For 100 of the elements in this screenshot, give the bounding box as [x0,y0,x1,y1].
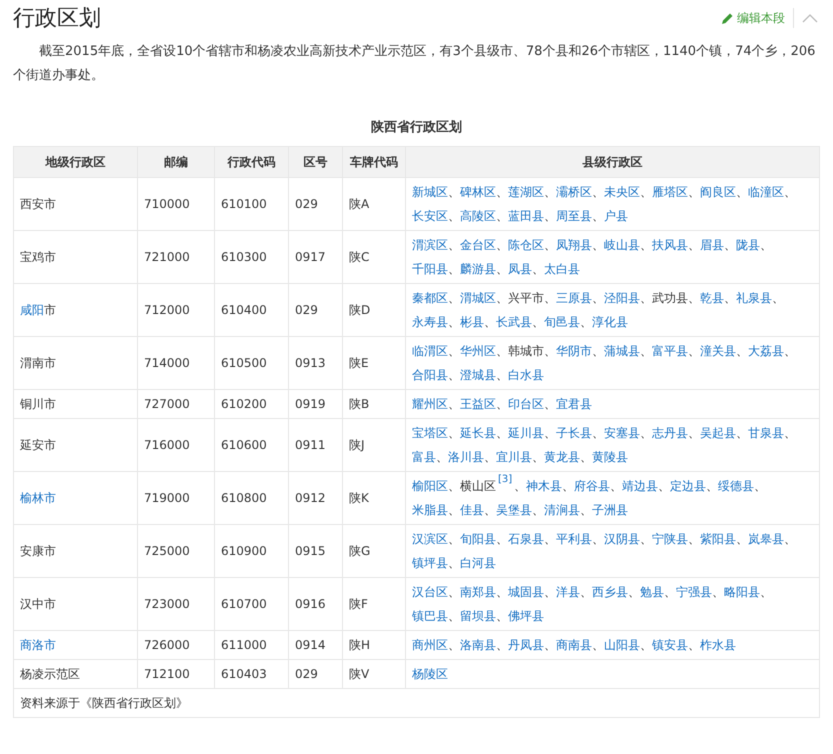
link[interactable]: 平利县 [556,532,592,546]
link[interactable]: 延长县 [460,426,496,440]
link[interactable]: 宁陕县 [652,532,688,546]
link[interactable]: 旬邑县 [544,315,580,329]
link[interactable]: 金台区 [460,238,496,252]
link[interactable]: 未央区 [604,185,640,199]
link[interactable]: 华州区 [460,344,496,358]
link[interactable]: 阎良区 [700,185,736,199]
link[interactable]: 泾阳县 [604,291,640,305]
link[interactable]: 甘泉县 [748,426,784,440]
link[interactable]: 宜君县 [556,397,592,411]
link[interactable]: 宝塔区 [412,426,448,440]
link[interactable]: 黄龙县 [544,450,580,464]
link[interactable]: 咸阳 [20,303,44,317]
link[interactable]: 岐山县 [604,238,640,252]
edit-link[interactable]: 编辑本段 [721,10,785,26]
link[interactable]: 靖边县 [622,479,658,493]
link[interactable]: 杨陵区 [412,667,448,681]
link[interactable]: 城固县 [508,585,544,599]
link[interactable]: 新城区 [412,185,448,199]
link[interactable]: 佳县 [460,503,484,517]
link[interactable]: 榆林市 [20,491,56,505]
link[interactable]: 麟游县 [460,262,496,276]
link[interactable]: 凤翔县 [556,238,592,252]
link[interactable]: 镇坪县 [412,556,448,570]
link[interactable]: 柞水县 [700,638,736,652]
link[interactable]: 长安区 [412,209,448,223]
link[interactable]: 定边县 [670,479,706,493]
link[interactable]: 周至县 [556,209,592,223]
link[interactable]: 太白县 [544,262,580,276]
link[interactable]: 汉滨区 [412,532,448,546]
link[interactable]: 三原县 [556,291,592,305]
reference-link[interactable]: [3] [496,474,514,485]
link[interactable]: 大荔县 [748,344,784,358]
link[interactable]: 合阳县 [412,368,448,382]
link[interactable]: 西乡县 [592,585,628,599]
link[interactable]: 府谷县 [574,479,610,493]
link[interactable]: 商州区 [412,638,448,652]
link[interactable]: 石泉县 [508,532,544,546]
link[interactable]: 临渭区 [412,344,448,358]
link[interactable]: 永寿县 [412,315,448,329]
link[interactable]: 莲湖区 [508,185,544,199]
link[interactable]: 洋县 [556,585,580,599]
link[interactable]: 商南县 [556,638,592,652]
link[interactable]: 岚皋县 [748,532,784,546]
link[interactable]: 绥德县 [718,479,754,493]
link[interactable]: 紫阳县 [700,532,736,546]
link[interactable]: 米脂县 [412,503,448,517]
link[interactable]: 榆阳区 [412,479,448,493]
link[interactable]: 汉阴县 [604,532,640,546]
link[interactable]: 黄陵县 [592,450,628,464]
link[interactable]: 镇巴县 [412,609,448,623]
link[interactable]: 白河县 [460,556,496,570]
link[interactable]: 蓝田县 [508,209,544,223]
link[interactable]: 碑林区 [460,185,496,199]
link[interactable]: 富平县 [652,344,688,358]
link[interactable]: 子洲县 [592,503,628,517]
link[interactable]: 雁塔区 [652,185,688,199]
link[interactable]: 陈仓区 [508,238,544,252]
link[interactable]: 延川县 [508,426,544,440]
link[interactable]: 旬阳县 [460,532,496,546]
link[interactable]: 志丹县 [652,426,688,440]
link[interactable]: 山阳县 [604,638,640,652]
link[interactable]: 彬县 [460,315,484,329]
link[interactable]: 礼泉县 [736,291,772,305]
link[interactable]: 镇安县 [652,638,688,652]
link[interactable]: 吴起县 [700,426,736,440]
link[interactable]: 丹凤县 [508,638,544,652]
link[interactable]: 清涧县 [544,503,580,517]
link[interactable]: 汉台区 [412,585,448,599]
link[interactable]: 吴堡县 [496,503,532,517]
link[interactable]: 蒲城县 [604,344,640,358]
link[interactable]: 白水县 [508,368,544,382]
link[interactable]: 勉县 [640,585,664,599]
link[interactable]: 南郑县 [460,585,496,599]
link[interactable]: 渭城区 [460,291,496,305]
link[interactable]: 耀州区 [412,397,448,411]
link[interactable]: 陇县 [736,238,760,252]
link[interactable]: 王益区 [460,397,496,411]
link[interactable]: 渭滨区 [412,238,448,252]
link[interactable]: 子长县 [556,426,592,440]
link[interactable]: 秦都区 [412,291,448,305]
link[interactable]: 淳化县 [592,315,628,329]
link[interactable]: 千阳县 [412,262,448,276]
link[interactable]: 佛坪县 [508,609,544,623]
link[interactable]: 印台区 [508,397,544,411]
link[interactable]: 神木县 [526,479,562,493]
link[interactable]: 户县 [604,209,628,223]
link[interactable]: 澄城县 [460,368,496,382]
link[interactable]: 凤县 [508,262,532,276]
link[interactable]: 洛南县 [460,638,496,652]
link[interactable]: 留坝县 [460,609,496,623]
link[interactable]: 长武县 [496,315,532,329]
link[interactable]: 宁强县 [676,585,712,599]
link[interactable]: 灞桥区 [556,185,592,199]
link[interactable]: 乾县 [700,291,724,305]
link[interactable]: 临潼区 [748,185,784,199]
link[interactable]: 富县 [412,450,436,464]
link[interactable]: 潼关县 [700,344,736,358]
link[interactable]: 高陵区 [460,209,496,223]
